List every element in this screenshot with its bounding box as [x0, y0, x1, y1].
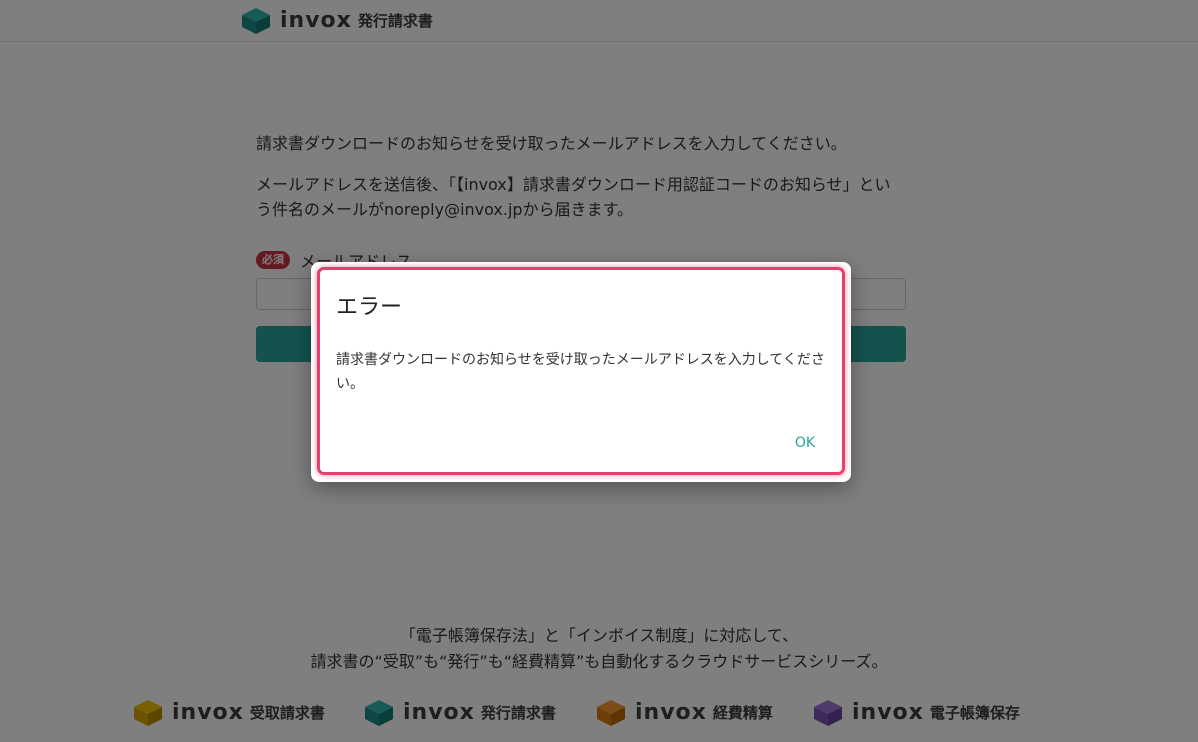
- dialog-title: エラー: [336, 295, 403, 320]
- dialog-message: 請求書ダウンロードのお知らせを受け取ったメールアドレスを入力してください。: [336, 352, 825, 392]
- error-dialog: エラー 請求書ダウンロードのお知らせを受け取ったメールアドレスを入力してください…: [311, 262, 851, 482]
- dialog-ok-button[interactable]: OK: [783, 430, 827, 456]
